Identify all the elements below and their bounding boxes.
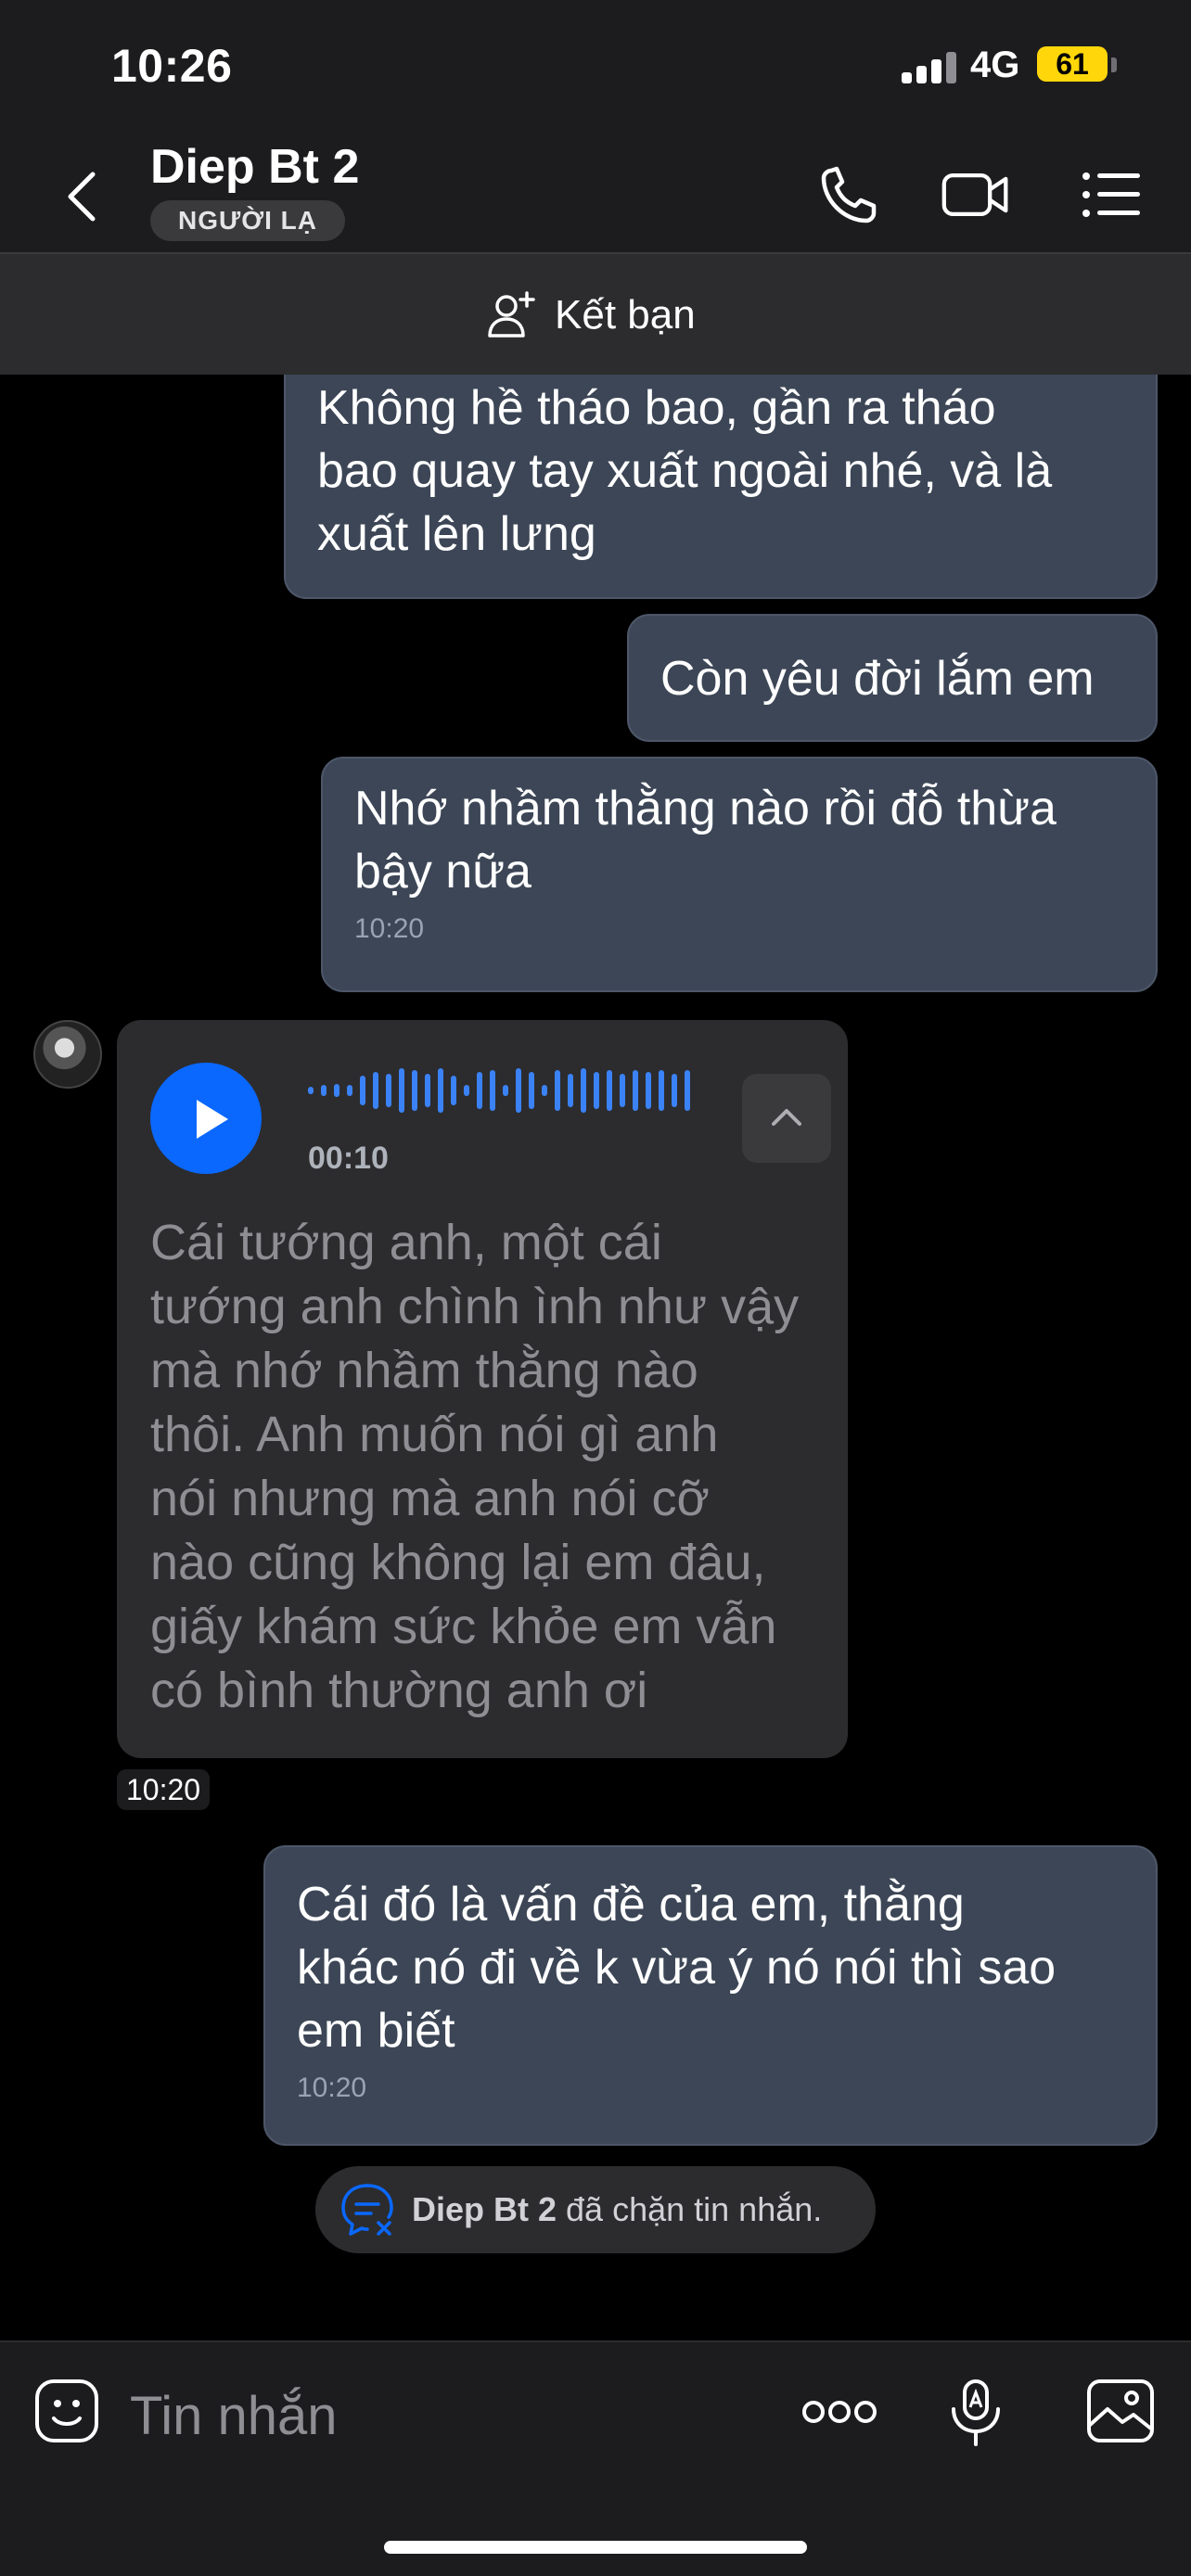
message-bubble[interactable]: Cái đó là vấn đề của em, thằng khác nó đ… [263, 1845, 1158, 2146]
message-line: Không hề tháo bao, gần ra tháo [317, 381, 996, 435]
blocked-contact-name: Diep Bt 2 [412, 2190, 557, 2228]
video-icon[interactable] [941, 163, 1011, 226]
message-time: 10:20 [354, 913, 425, 944]
image-icon[interactable] [1085, 2378, 1156, 2444]
microphone-icon[interactable] [946, 2378, 1005, 2448]
blocked-notice: Diep Bt 2 đã chặn tin nhắn. [315, 2166, 876, 2253]
message-line: em biết [297, 2004, 455, 2058]
message-line: bậy nữa [354, 845, 531, 899]
add-friend-button[interactable]: Kết bạn [486, 287, 696, 343]
battery-tip [1111, 57, 1117, 72]
message-input[interactable]: Tin nhắn [130, 2385, 338, 2447]
blocked-text: đã chặn tin nhắn. [566, 2190, 823, 2228]
add-friend-label: Kết bạn [555, 292, 696, 338]
chat-header: Diep Bt 2 NGƯỜI LẠ [0, 130, 1191, 252]
message-line: bao quay tay xuất ngoài nhé, và là [317, 444, 1053, 498]
message-bubble[interactable]: Còn yêu đời lắm em [627, 614, 1158, 742]
chevron-up-icon[interactable] [742, 1074, 831, 1163]
message-line: Còn yêu đời lắm em [660, 652, 1095, 706]
waveform-icon [308, 1068, 690, 1113]
status-time: 10:26 [111, 40, 233, 92]
transcript-line: thôi. Anh muốn nói gì anh [150, 1407, 719, 1462]
add-friend-bar-overlay: Kết bạn [0, 254, 1191, 375]
message-line: xuất lên lưng [317, 507, 596, 561]
play-icon[interactable] [150, 1063, 262, 1174]
home-indicator[interactable] [384, 2541, 807, 2554]
transcript-line: Cái tướng anh, một cái [150, 1215, 662, 1270]
voice-transcript: Cái tướng anh, một cái tướng anh chình ì… [150, 1211, 827, 1723]
status-bar: 10:26 4G 61 [0, 0, 1191, 130]
message-line: Cái đó là vấn đề của em, thằng [297, 1878, 965, 1932]
network-type: 4G [970, 45, 1020, 85]
transcript-line: nào cũng không lại em đâu, [150, 1535, 766, 1590]
transcript-line: giấy khám sức khỏe em vẫn [150, 1599, 777, 1654]
stranger-badge: NGƯỜI LẠ [150, 200, 345, 241]
battery-level: 61 [1037, 46, 1108, 82]
transcript-line: mà nhớ nhầm thằng nào [150, 1343, 698, 1398]
voice-duration: 00:10 [308, 1141, 389, 1176]
message-line: Nhớ nhầm thằng nào rồi đỗ thừa [354, 782, 1057, 835]
chevron-left-icon[interactable] [56, 169, 108, 224]
contact-name[interactable]: Diep Bt 2 [150, 139, 359, 195]
avatar[interactable] [33, 1020, 102, 1089]
message-input-bar: Tin nhắn [0, 2340, 1191, 2576]
message-time: 10:20 [117, 1769, 211, 1810]
transcript-line: nói nhưng mà anh nói cỡ [150, 1471, 710, 1526]
chat-blocked-icon [341, 2184, 393, 2236]
message-bubble[interactable]: Không hề tháo bao, gần ra tháo bao quay … [284, 358, 1158, 599]
signal-icon [902, 52, 957, 83]
message-line: khác nó đi về k vừa ý nó nói thì sao [297, 1941, 1057, 1995]
transcript-line: có bình thường anh ơi [150, 1663, 648, 1718]
phone-icon[interactable] [816, 163, 887, 226]
voice-message-bubble[interactable]: 00:10 Cái tướng anh, một cái tướng anh c… [117, 1020, 848, 1758]
more-icon[interactable] [801, 2398, 877, 2426]
transcript-line: tướng anh chình ình như vậy [150, 1279, 800, 1334]
message-bubble[interactable]: Nhớ nhầm thằng nào rồi đỗ thừa bậy nữa 1… [321, 757, 1158, 992]
add-user-icon [488, 291, 535, 338]
message-time: 10:20 [297, 2072, 367, 2103]
sticker-icon[interactable] [33, 2378, 100, 2444]
list-menu-icon[interactable] [1076, 163, 1146, 226]
